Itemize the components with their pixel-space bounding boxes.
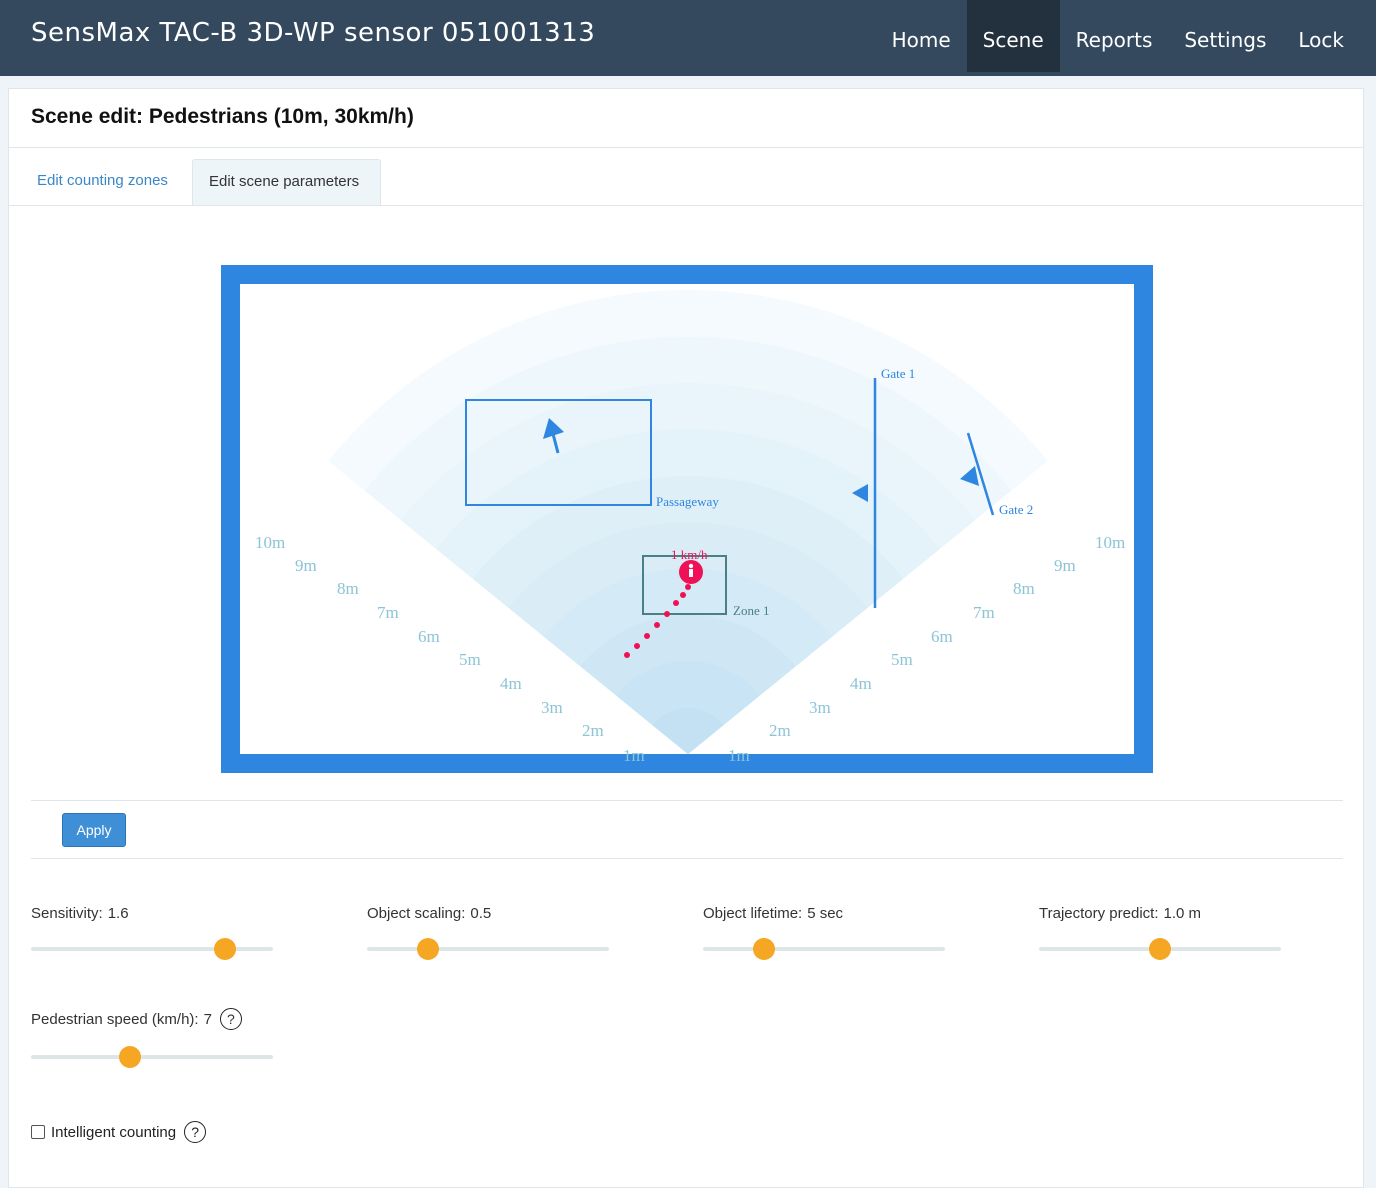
tab-edit-scene-parameters[interactable]: Edit scene parameters bbox=[192, 159, 381, 205]
range-label: 6m bbox=[931, 627, 953, 646]
nav-settings[interactable]: Settings bbox=[1168, 0, 1282, 72]
slider-value: 1.0 m bbox=[1163, 905, 1201, 922]
panel-header: Scene edit: Pedestrians (10m, 30km/h) bbox=[9, 89, 1363, 148]
slider-thumb[interactable] bbox=[752, 938, 775, 960]
nav-reports[interactable]: Reports bbox=[1060, 0, 1169, 72]
app-title: SensMax TAC-B 3D-WP sensor 051001313 bbox=[31, 18, 596, 48]
slider-track[interactable] bbox=[31, 1046, 273, 1068]
slider-value: 1.6 bbox=[107, 905, 129, 922]
slider-sensitivity: Sensitivity: 1.6 bbox=[31, 905, 291, 960]
range-label: 6m bbox=[418, 627, 440, 646]
tab-bar: Edit counting zones Edit scene parameter… bbox=[9, 148, 1363, 206]
range-label: 9m bbox=[1054, 556, 1076, 575]
nav-scene[interactable]: Scene bbox=[966, 0, 1060, 72]
range-label: 1m bbox=[728, 746, 750, 765]
intelligent-counting-checkbox[interactable] bbox=[31, 1125, 45, 1139]
slider-value: 0.5 bbox=[470, 905, 492, 922]
slider-pedestrian-speed: Pedestrian speed (km/h): 7 ? bbox=[31, 1008, 291, 1068]
tab-edit-counting-zones[interactable]: Edit counting zones bbox=[21, 159, 184, 205]
slider-track[interactable] bbox=[703, 938, 945, 960]
nav-home[interactable]: Home bbox=[876, 0, 967, 72]
range-label: 2m bbox=[582, 721, 604, 740]
scene-canvas[interactable]: 1m 2m 3m 4m 5m 6m 7m 8m 9m 10m 1m 2m 3m … bbox=[221, 265, 1153, 773]
slider-value: 5 sec bbox=[807, 905, 844, 922]
slider-thumb[interactable] bbox=[416, 938, 439, 960]
range-label: 8m bbox=[1013, 579, 1035, 598]
zone-label: Zone 1 bbox=[733, 603, 769, 618]
slider-object-scaling: Object scaling: 0.5 bbox=[367, 905, 627, 960]
scene-edit-panel: Scene edit: Pedestrians (10m, 30km/h) Ed… bbox=[8, 88, 1364, 1188]
gate-label: Gate 2 bbox=[999, 502, 1033, 517]
divider bbox=[31, 800, 1343, 801]
range-label: 3m bbox=[541, 698, 563, 717]
nav-lock[interactable]: Lock bbox=[1282, 0, 1360, 72]
help-icon[interactable]: ? bbox=[219, 1008, 242, 1030]
range-label: 5m bbox=[459, 650, 481, 669]
slider-label: Trajectory predict: bbox=[1039, 905, 1159, 922]
slider-track[interactable] bbox=[31, 938, 273, 960]
slider-object-lifetime: Object lifetime: 5 sec bbox=[703, 905, 963, 960]
top-navbar: SensMax TAC-B 3D-WP sensor 051001313 Hom… bbox=[0, 0, 1376, 76]
slider-thumb[interactable] bbox=[213, 938, 236, 960]
range-label: 8m bbox=[337, 579, 359, 598]
page-title: Scene edit: Pedestrians (10m, 30km/h) bbox=[31, 105, 414, 128]
slider-thumb[interactable] bbox=[1149, 938, 1171, 960]
object-speed-label: 1 km/h bbox=[671, 547, 708, 562]
slider-thumb[interactable] bbox=[119, 1046, 142, 1068]
range-label: 4m bbox=[850, 674, 872, 693]
range-label: 7m bbox=[377, 603, 399, 622]
slider-track[interactable] bbox=[367, 938, 609, 960]
slider-label: Object lifetime: bbox=[703, 905, 803, 922]
slider-trajectory-predict: Trajectory predict: 1.0 m bbox=[1039, 905, 1299, 960]
apply-button[interactable]: Apply bbox=[62, 813, 126, 847]
range-label: 10m bbox=[1095, 533, 1125, 552]
range-label: 5m bbox=[891, 650, 913, 669]
slider-value: 7 bbox=[203, 1010, 212, 1028]
slider-track[interactable] bbox=[1039, 938, 1281, 960]
main-nav: Home Scene Reports Settings Lock bbox=[876, 0, 1360, 72]
range-label: 10m bbox=[255, 533, 285, 552]
intelligent-counting-label: Intelligent counting bbox=[51, 1123, 177, 1141]
range-label: 2m bbox=[769, 721, 791, 740]
slider-label: Pedestrian speed (km/h): bbox=[31, 1010, 199, 1028]
range-label: 4m bbox=[500, 674, 522, 693]
range-label: 9m bbox=[295, 556, 317, 575]
range-label: 7m bbox=[973, 603, 995, 622]
zone-label: Passageway bbox=[656, 494, 719, 509]
range-label: 3m bbox=[809, 698, 831, 717]
slider-label: Object scaling: bbox=[367, 905, 466, 922]
divider bbox=[31, 858, 1343, 859]
slider-label: Sensitivity: bbox=[31, 905, 103, 922]
range-label: 1m bbox=[623, 746, 645, 765]
intelligent-counting-row: Intelligent counting ? bbox=[31, 1121, 207, 1143]
gate-label: Gate 1 bbox=[881, 366, 915, 381]
help-icon[interactable]: ? bbox=[184, 1121, 207, 1143]
